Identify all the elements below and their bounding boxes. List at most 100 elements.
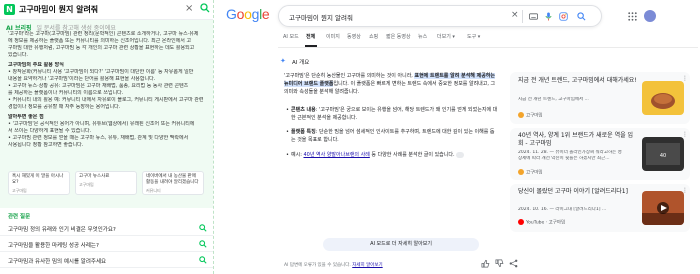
card-text: 네이버에서 내 농산물 판매 활동을 내려야 알리겠습니다: [146, 174, 199, 185]
apps-grid-icon[interactable]: [628, 12, 637, 21]
source-card[interactable]: 40년 역사, 양계 1위 브랜드가 새로운 역을 입 회 - 고구마밈 202…: [510, 128, 690, 180]
thumbs-up-icon[interactable]: [481, 259, 490, 268]
briefing-bullet: 경험이나 정보를 공유할 때 자주 등장하는 용어입니다.: [8, 104, 121, 110]
source-card-thumbnail[interactable]: [642, 81, 684, 115]
clear-icon[interactable]: ×: [511, 11, 520, 20]
ai-overview-paragraph: '고구마밈'은 단순히 농산물인 고구마를 의미하는 것이 아니라, 표현에 트…: [284, 72, 498, 96]
tab-4[interactable]: 쇼핑: [369, 33, 378, 40]
related-questions-heading: 관련 질문: [8, 214, 31, 220]
microphone-icon[interactable]: [544, 12, 553, 21]
source-card-thumbnail[interactable]: 40: [642, 137, 684, 171]
tab-5[interactable]: 짧은 동영상: [386, 33, 411, 40]
divider: [522, 10, 523, 23]
learn-more-link[interactable]: 자세히 알아보기: [352, 263, 382, 268]
bullet-bold: 콘텐츠 내용: [291, 107, 316, 113]
more-options-icon[interactable]: ⋮: [682, 131, 688, 138]
keyboard-icon[interactable]: [529, 12, 538, 21]
source-name: 고구마밈: [526, 170, 543, 176]
more-options-icon[interactable]: ⋮: [682, 187, 688, 194]
svg-text:40: 40: [660, 153, 666, 159]
card-source: 고구마밈: [12, 188, 27, 193]
briefing-card[interactable]: 고구마 뉴스사료 고구마밈: [75, 171, 137, 195]
tab-2[interactable]: 이미지: [326, 33, 340, 40]
source-card-source: 고구마밈: [518, 112, 543, 119]
source-link-icon[interactable]: [456, 151, 465, 158]
youtube-icon: [518, 219, 524, 225]
source-name: 고구마밈: [526, 113, 543, 119]
source-card[interactable]: 당신이 몰랐던 고구마 이야기 [알려드리다1] 2024. 10. 16. —…: [510, 184, 690, 232]
search-icon: [199, 224, 207, 232]
briefing-bullet: 내용을 요약하거나 '고구마밈'이라는 단어를 활용해 표현을 사용합니다.: [8, 76, 156, 82]
source-card-source: 고구마밈: [518, 169, 543, 176]
share-icon[interactable]: [509, 259, 518, 268]
source-card-source: YouTube · 고구마밈: [518, 219, 565, 226]
source-card[interactable]: 지금 전 개년 트렌드, 고구마밈에서 대해가세요! 지금 전 개년 트렌드, …: [510, 72, 690, 124]
briefing-bullet: • 고구마밈 관련 정보를 얻을 때는 고구마 뉴스, 유튜, 재배법, 관계 …: [8, 135, 189, 141]
tab-0[interactable]: AI 모드: [283, 33, 299, 40]
bullet-dot: •: [286, 152, 289, 158]
source-card-desc: 지금 전 개년 트렌드, 고구마밈에서 ...: [518, 97, 589, 102]
logo-letter: o: [244, 6, 252, 22]
more-options-icon[interactable]: ⋮: [682, 75, 688, 82]
video-thumbnail-image: [642, 191, 684, 225]
ai-overview-heading: AI 개요: [292, 60, 310, 66]
google-logo[interactable]: Google: [226, 6, 270, 22]
briefing-bullet: 사용됩니다 정황 참고하면 좋습니다.: [8, 142, 84, 148]
naver-logo[interactable]: N: [4, 4, 15, 15]
card-source: 고구마밈: [79, 182, 94, 187]
briefing-bullet: • 고구마 뉴스·상황 공유: 고구마밈은 고구마 재배법, 품종, 요리법 등…: [8, 83, 189, 89]
briefing-section-title: 고구마밈의 주요 활용 방식: [8, 62, 64, 68]
logo-letter: e: [261, 6, 270, 22]
related-question[interactable]: 고구마밈 정의 유래와 인기 비결은 무엇인가요?: [0, 220, 213, 236]
avatar[interactable]: [644, 10, 656, 22]
ai-mode-more-button[interactable]: AI 모드로 더 자세히 알아보기: [323, 238, 479, 251]
example-link[interactable]: 40년 역사 양말아나브랜의 사례: [303, 152, 369, 158]
source-card-title[interactable]: 40년 역사, 양계 1위 브랜드가 새로운 역을 입 회 - 고구마밈: [518, 132, 638, 148]
naver-panel: N 고구마밈이 뭔지 알려줘 × AI 브리핑 일 문서를 참고해 생성 중이에…: [0, 0, 214, 274]
ai-bullet: • 콘텐츠 내용: '고구마밈'은 궁으로 보이는 유행을 넘어, 해당 트렌드…: [286, 106, 499, 122]
thumbs-down-icon[interactable]: [495, 259, 504, 268]
bullet-text: 예시:: [291, 152, 304, 158]
related-question-text: 고구마밈 정의 유래와 인기 비결은 무엇인가요?: [8, 227, 116, 233]
bullet-bold: 플랫폼 특징: [291, 129, 316, 135]
tab-8[interactable]: 도구 ▾: [467, 33, 480, 40]
source-card-thumbnail[interactable]: [642, 191, 684, 225]
naver-query-title: 고구마밈이 뭔지 알려줘: [19, 5, 99, 14]
tab-3[interactable]: 동영상: [347, 33, 361, 40]
search-icon[interactable]: [577, 12, 586, 21]
search-input[interactable]: 고구마밈이 뭔지 알려줘: [289, 12, 353, 22]
paragraph-text: '고구마밈'은 단순히 농산물인 고구마를 의미하는 것이 아니라,: [284, 73, 415, 79]
disclaimer-text: AI 답변에 오류가 있을 수 있습니다.: [284, 263, 353, 268]
naver-clear-icon[interactable]: ×: [185, 3, 193, 14]
logo-letter: g: [251, 6, 260, 22]
ai-sparkle-icon: ✦: [280, 57, 286, 65]
thumbnail-image: [642, 81, 684, 115]
briefing-card[interactable]: 네이버에서 내 농산물 판매 활동을 내려야 알리겠습니다 커뮤니티: [142, 171, 204, 195]
briefing-cards: 혹시 재밌게 이 말을 아시나요? 고구마밈 고구마 뉴스사료 고구마밈 네이버…: [8, 171, 206, 195]
card-source: 커뮤니티: [146, 188, 161, 193]
related-question[interactable]: 고구마밈을 활용한 마케팅 성공 사례는?: [0, 236, 213, 252]
source-card-title[interactable]: 지금 전 개년 트렌드, 고구마밈에서 대해가세요!: [518, 77, 638, 85]
briefing-line: 있습니다.: [8, 52, 28, 58]
bullet-text: : 단순한 밈을 넘어 섬세적인 인사이트를 추구하며, 트렌드에 대한 깊이 …: [291, 129, 495, 143]
briefing-section-title: 알아두면 좋은 점: [8, 114, 44, 120]
ai-bullet: • 예시: 40년 역사 양말아나브랜의 사례 등 다양한 사례를 분석한 글이…: [286, 151, 499, 159]
naver-search-icon[interactable]: [200, 3, 210, 13]
briefing-bullet: 를 제공하는 플랫폼이나 커뮤니티의 이름으로 쓰입니다.: [8, 90, 124, 96]
source-card-title[interactable]: 당신이 몰랐던 고구마 이야기 [알려드리다1]: [518, 188, 638, 196]
thumbnail-image: 40: [642, 137, 684, 171]
site-favicon: [518, 112, 524, 118]
bullet-text: : '고구마밈'은 궁으로 보이는 유행을 넘어, 해당 트렌드가 왜 인기를 …: [291, 107, 498, 121]
related-question[interactable]: 고구마밈과 유사한 밈의 예시를 알려주세요: [0, 252, 213, 268]
tab-6[interactable]: 뉴스: [418, 33, 427, 40]
card-text: 고구마 뉴스사료: [79, 174, 110, 179]
lens-icon[interactable]: [559, 12, 568, 21]
tab-1[interactable]: 전체: [306, 33, 315, 40]
briefing-card[interactable]: 혹시 재밌게 이 말을 아시나요? 고구마밈: [8, 171, 70, 195]
card-text: 혹시 재밌게 이 말을 아시나요?: [12, 174, 64, 185]
briefing-bullet: • 커뮤니티 내의 활용 예: 커뮤니티 내에서 자유로이 블로그, 커뮤니티 …: [8, 97, 204, 103]
bullet-dot: •: [286, 129, 289, 135]
tab-7[interactable]: 더보기 ▾: [437, 33, 455, 40]
briefing-line: '고구마'라는 고구마(고구마밈) 관련 정리(문학적인) 콘텐츠로 소개하거나…: [8, 31, 199, 37]
google-search-box[interactable]: 고구마밈이 뭔지 알려줘 ×: [278, 5, 602, 27]
